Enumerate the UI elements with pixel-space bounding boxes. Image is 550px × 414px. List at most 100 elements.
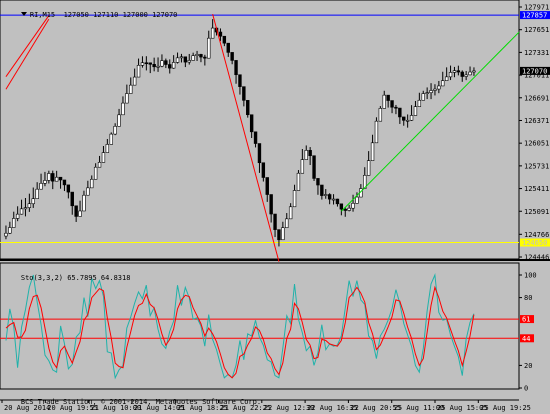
stochastic-tick-label: 80 bbox=[524, 294, 532, 302]
dropdown-triangle-icon[interactable] bbox=[20, 12, 27, 16]
candle-body bbox=[90, 178, 94, 189]
price-tick-label: 126691 bbox=[524, 94, 549, 102]
stochastic-tick-label: 100 bbox=[524, 272, 537, 280]
candle-body bbox=[437, 85, 441, 90]
stochastic-level-tag-text: 44 bbox=[522, 335, 530, 343]
candle-body bbox=[66, 184, 71, 193]
candle-body bbox=[374, 120, 379, 144]
candle-body bbox=[78, 210, 82, 217]
chart-canvas[interactable]: 124446 124766 125091 125411 125731 126051 1263… bbox=[0, 0, 550, 413]
candle-body bbox=[327, 194, 332, 200]
candle-body bbox=[265, 177, 269, 195]
candle-body bbox=[366, 160, 371, 176]
stochastic-header: Sto(3,3,2) 65.7895 64.8318 bbox=[4, 266, 131, 290]
level-price-tag-text: 124650 bbox=[522, 239, 547, 247]
symbol-header: RI,M15 127050 127110 127000 127070 bbox=[4, 3, 177, 27]
candle-body bbox=[409, 115, 414, 121]
candle-body bbox=[253, 131, 258, 144]
candle-body bbox=[31, 198, 35, 205]
current-price-tag-text: 127070 bbox=[522, 67, 547, 75]
candle-body bbox=[93, 166, 98, 180]
price-tick-label: 125411 bbox=[524, 185, 549, 193]
candle-body bbox=[132, 76, 137, 86]
candle-body bbox=[152, 64, 156, 68]
candle-body bbox=[386, 94, 390, 101]
price-pane: 124446 124766 125091 125411 125731 126051 1263… bbox=[0, 0, 550, 262]
candle-body bbox=[210, 27, 215, 39]
copyright-footer: BCS Trade Station, © 2001-2014, MetaQuot… bbox=[4, 390, 261, 414]
candle-body bbox=[230, 52, 234, 61]
candle-body bbox=[296, 172, 301, 191]
candle-body bbox=[218, 31, 223, 37]
candle-body bbox=[339, 203, 344, 210]
candle-body bbox=[8, 227, 12, 234]
candle-body bbox=[456, 70, 461, 73]
price-tick-label: 126051 bbox=[524, 140, 549, 148]
candle-body bbox=[378, 108, 383, 122]
candle-body bbox=[261, 162, 266, 178]
candle-body bbox=[425, 92, 429, 94]
candle-body bbox=[335, 198, 340, 205]
candle-body bbox=[191, 55, 195, 61]
candle-body bbox=[324, 194, 328, 196]
candle-body bbox=[382, 94, 386, 109]
candle-body bbox=[140, 62, 145, 66]
price-tick-label: 126371 bbox=[524, 117, 549, 125]
candle-body bbox=[156, 65, 160, 68]
candle-body bbox=[308, 150, 312, 157]
candle-body bbox=[292, 190, 297, 208]
candle-body bbox=[187, 60, 191, 63]
price-tick-label: 127651 bbox=[524, 26, 549, 34]
candle-body bbox=[281, 227, 285, 241]
candle-body bbox=[168, 64, 172, 69]
stochastic-level-tag-text: 61 bbox=[522, 316, 530, 324]
stochastic-label: Sto(3,3,2) 65.7895 64.8318 bbox=[20, 274, 131, 282]
candle-body bbox=[23, 207, 28, 210]
price-tick-label: 125731 bbox=[524, 162, 549, 170]
candle-body bbox=[277, 229, 281, 241]
candle-body bbox=[331, 198, 336, 201]
candle-body bbox=[51, 173, 55, 182]
candle-body bbox=[121, 102, 125, 116]
copyright-text: BCS Trade Station, © 2001-2014, MetaQuot… bbox=[20, 398, 262, 406]
candle-body bbox=[238, 74, 242, 87]
candle-body bbox=[269, 194, 273, 215]
candle-body bbox=[433, 88, 437, 91]
candle-body bbox=[390, 100, 394, 108]
candle-body bbox=[160, 60, 164, 67]
candle-body bbox=[195, 54, 199, 56]
candle-body bbox=[222, 35, 227, 44]
candle-body bbox=[304, 150, 308, 160]
candle-body bbox=[171, 62, 176, 69]
candle-body bbox=[62, 179, 67, 186]
candle-body bbox=[207, 37, 211, 59]
candle-body bbox=[27, 203, 32, 208]
candle-body bbox=[472, 70, 476, 73]
candle-body bbox=[117, 114, 121, 127]
candle-body bbox=[15, 213, 20, 219]
ohlc-readout: 127050 127110 127000 127070 bbox=[63, 11, 178, 19]
candle-body bbox=[58, 176, 63, 181]
candle-body bbox=[417, 99, 422, 107]
candle-body bbox=[226, 42, 230, 53]
candle-body bbox=[105, 144, 110, 153]
candle-body bbox=[257, 143, 262, 164]
candle-body bbox=[288, 206, 293, 220]
candle-body bbox=[300, 159, 305, 174]
candle-body bbox=[468, 71, 472, 76]
candle-body bbox=[246, 100, 250, 116]
candle-body bbox=[35, 188, 39, 200]
candle-body bbox=[54, 176, 59, 182]
candle-body bbox=[273, 213, 277, 230]
candle-body bbox=[203, 56, 207, 59]
candle-body bbox=[312, 155, 316, 179]
candle-body bbox=[86, 187, 90, 196]
candle-body bbox=[242, 86, 246, 101]
symbol-label: RI,M15 bbox=[29, 11, 56, 19]
candle-body bbox=[19, 208, 24, 215]
candle-body bbox=[148, 62, 152, 65]
candle-body bbox=[179, 56, 184, 59]
candle-body bbox=[452, 70, 457, 73]
candle-body bbox=[109, 133, 113, 145]
candle-body bbox=[413, 106, 418, 116]
